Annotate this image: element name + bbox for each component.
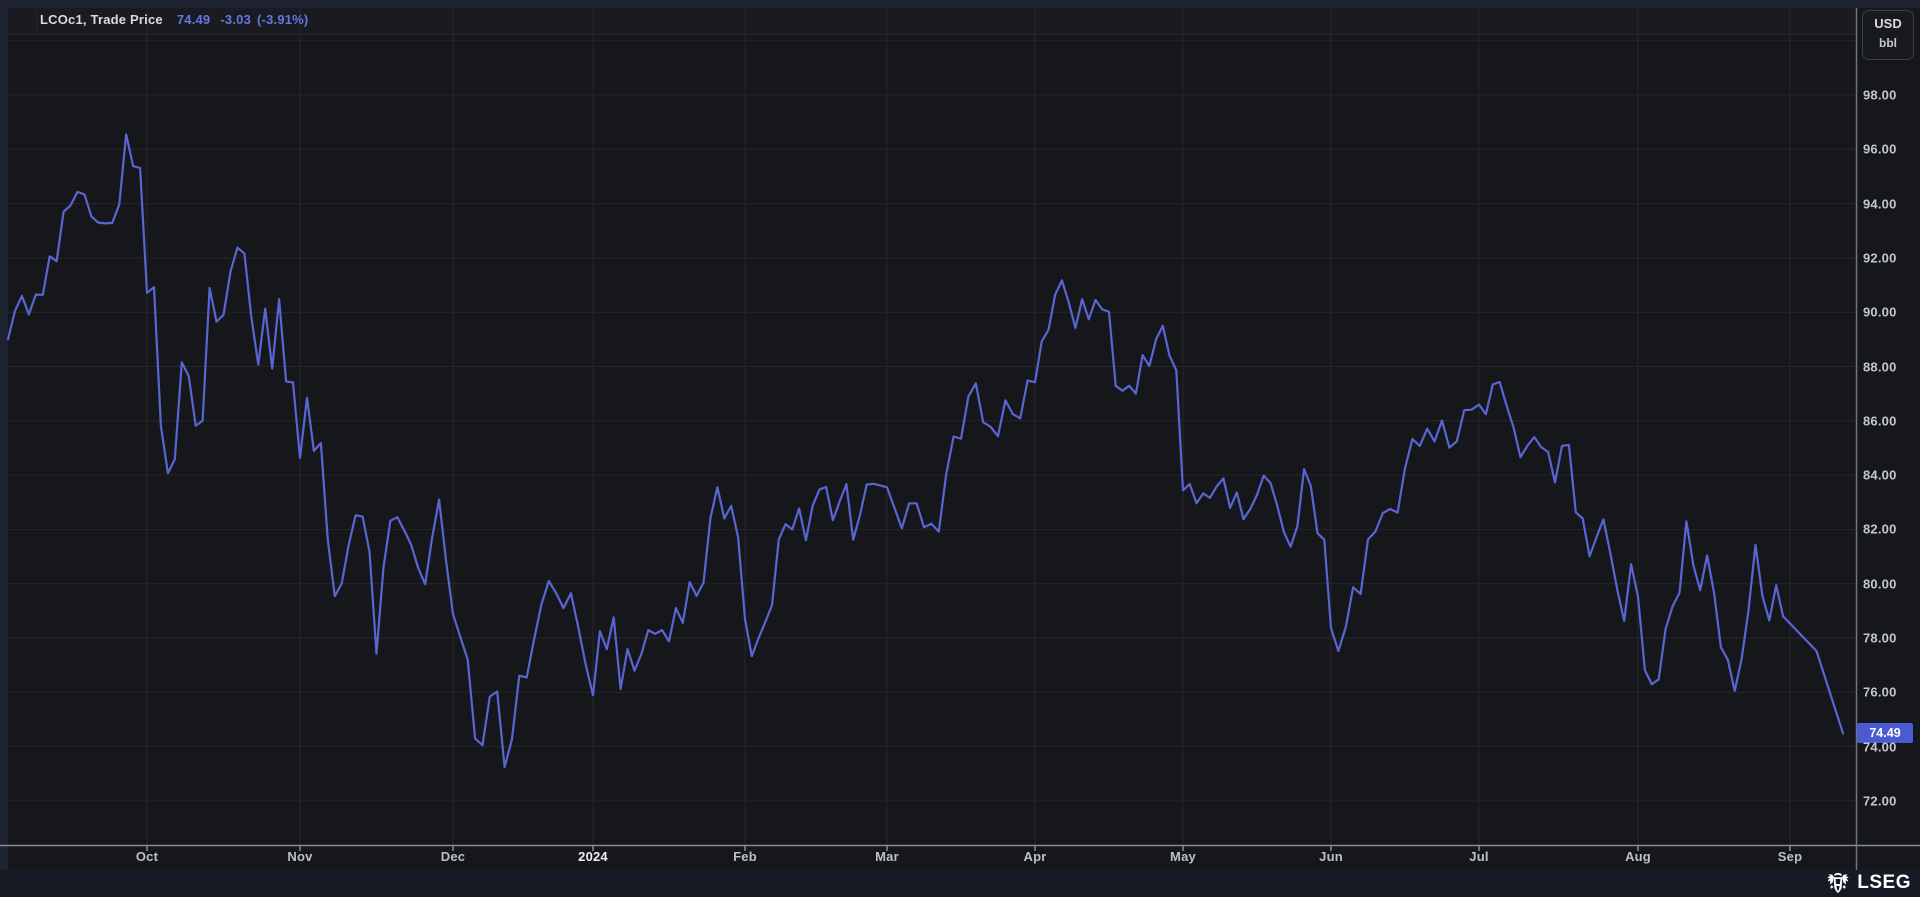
x-axis-month-label: Nov (287, 849, 313, 864)
title-cell-divider (36, 10, 37, 32)
y-axis-label: 86.00 (1863, 413, 1897, 429)
y-axis-label: 98.00 (1863, 87, 1897, 103)
bottom-status-bar: LSEG (0, 870, 1920, 897)
y-axis-label: 94.00 (1863, 196, 1897, 212)
x-axis-year-label: 2024 (578, 849, 608, 864)
x-axis-month-label: Aug (1625, 849, 1651, 864)
x-axis-month-label: Sep (1777, 849, 1803, 864)
instrument-title: LCOc1, Trade Price (40, 12, 163, 27)
lseg-logo-text: LSEG (1857, 872, 1911, 893)
y-axis-label: 76.00 (1863, 684, 1897, 700)
y-axis-label: 78.00 (1863, 630, 1897, 646)
chart-plot-area[interactable] (8, 8, 1920, 870)
y-axis-label: 88.00 (1863, 359, 1897, 374)
last-price: 74.49 (176, 12, 211, 27)
price-change-percent: (-3.91%) (257, 12, 309, 27)
lseg-crest-icon (1827, 872, 1849, 893)
y-axis-label: 74.00 (1863, 739, 1897, 755)
x-axis-month-label: Jul (1469, 849, 1489, 864)
x-axis-month-label: Dec (440, 849, 466, 864)
y-axis-label: 90.00 (1863, 304, 1897, 320)
y-axis-label: 82.00 (1863, 521, 1897, 537)
x-axis-month-label: Oct (135, 849, 159, 864)
x-axis-month-label: Mar (875, 849, 899, 864)
price-change: -3.03 (220, 12, 252, 27)
lseg-logo: LSEG (1825, 872, 1911, 894)
x-axis-month-label: Jun (1319, 849, 1343, 864)
x-axis-month-label: Feb (733, 849, 757, 864)
x-axis-month-label: Apr (1023, 849, 1047, 864)
y-axis-label: 92.00 (1863, 250, 1897, 266)
y-axis-label: 80.00 (1863, 576, 1897, 592)
x-axis-month-label: May (1170, 849, 1196, 864)
time-axis[interactable] (8, 845, 1856, 870)
instrument-legend[interactable]: LCOc1, Trade Price 74.49 -3.03 (-3.91%) (40, 12, 308, 27)
y-axis-label: 84.00 (1863, 467, 1897, 483)
y-axis-label: 72.00 (1863, 793, 1897, 809)
y-axis-label: 96.00 (1863, 141, 1897, 157)
chart-window: LCOc1, Trade Price 74.49 -3.03 (-3.91%) USD… (0, 0, 1920, 897)
